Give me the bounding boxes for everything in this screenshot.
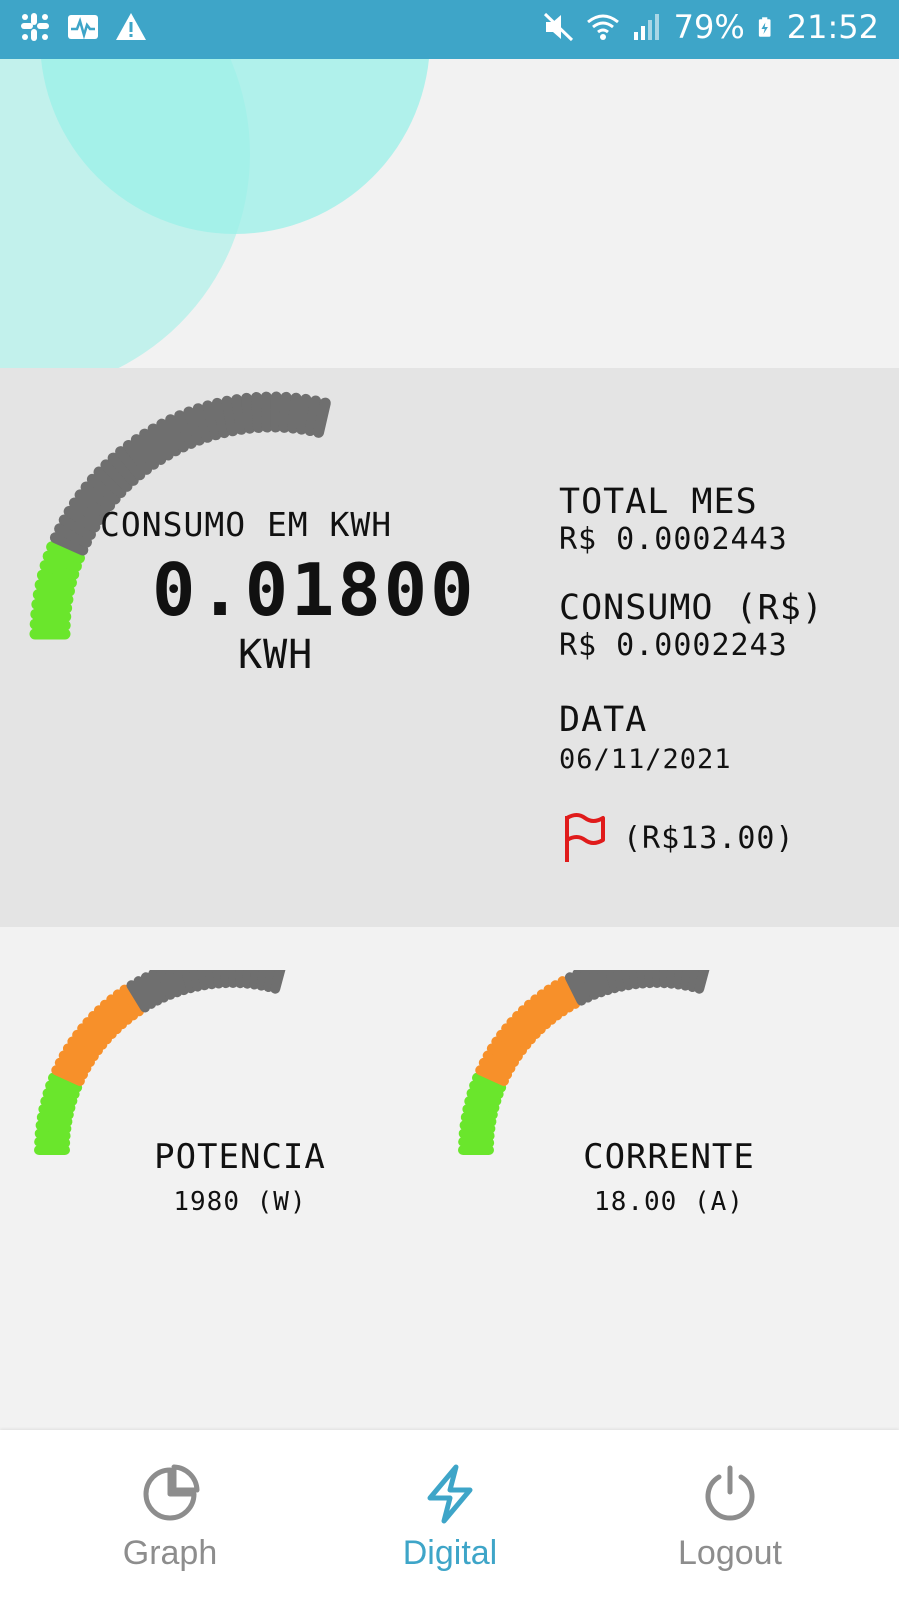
gauge-segment bbox=[204, 970, 217, 990]
gauge-segment bbox=[231, 394, 247, 435]
decorative-circles bbox=[0, 59, 429, 368]
lightning-icon bbox=[427, 1464, 473, 1524]
bottom-navigation: Graph Digital Logout bbox=[0, 1430, 899, 1599]
signal-icon bbox=[633, 14, 659, 40]
tariff-flag: (R$13.00) bbox=[563, 812, 795, 864]
nav-digital-label: Digital bbox=[402, 1534, 498, 1572]
gauge-segment bbox=[613, 970, 627, 992]
slack-icon bbox=[21, 13, 49, 41]
data-block: DATA 06/11/2021 bbox=[559, 700, 732, 775]
corrente-value: 18.00 (A) bbox=[594, 1187, 744, 1217]
gauge-segment bbox=[260, 391, 273, 433]
gauge-segment bbox=[644, 970, 655, 989]
nav-logout-label: Logout bbox=[678, 1534, 782, 1572]
data-value: 06/11/2021 bbox=[559, 744, 732, 775]
gauge-segment bbox=[666, 970, 678, 989]
gauge-segment bbox=[694, 970, 710, 994]
pie-chart-icon bbox=[143, 1464, 200, 1521]
consumo-unit: KWH bbox=[238, 632, 314, 678]
nav-graph[interactable]: Graph bbox=[20, 1430, 320, 1599]
consumo-rs-label: CONSUMO (R$) bbox=[559, 588, 824, 628]
warning-icon bbox=[116, 13, 146, 40]
nav-logout[interactable]: Logout bbox=[580, 1430, 880, 1599]
potencia-label: POTENCIA bbox=[154, 1137, 326, 1177]
gauge-segment bbox=[221, 395, 239, 437]
gauge-segment bbox=[197, 970, 210, 991]
gauge-segment bbox=[34, 1128, 71, 1141]
gauge-segment bbox=[628, 970, 641, 990]
gauge-segment bbox=[250, 392, 264, 433]
gauge-segment bbox=[212, 970, 224, 989]
power-icon bbox=[705, 1465, 755, 1521]
flag-icon bbox=[565, 813, 605, 862]
gauge-segment bbox=[30, 608, 72, 623]
corrente-label: CORRENTE bbox=[583, 1137, 755, 1177]
potencia-value: 1980 (W) bbox=[173, 1187, 307, 1217]
gauge-segment bbox=[458, 1128, 495, 1141]
gauge-segment bbox=[458, 1136, 495, 1148]
battery-charging-icon bbox=[758, 17, 771, 37]
battery-percent: 79% bbox=[673, 8, 745, 46]
gauge-segment bbox=[34, 1136, 71, 1148]
mute-icon bbox=[543, 12, 573, 42]
clock: 21:52 bbox=[786, 8, 879, 46]
gauge-segment bbox=[313, 397, 331, 438]
gauge-segment bbox=[278, 391, 292, 433]
wifi-icon bbox=[586, 14, 619, 40]
header-decoration bbox=[0, 59, 899, 368]
gauge-segment bbox=[242, 970, 254, 989]
consumo-value: 0.01800 bbox=[152, 548, 477, 632]
gauge-segment bbox=[296, 393, 312, 435]
gauge-segment bbox=[220, 970, 231, 989]
consumo-rs: CONSUMO (R$) R$ 0.0002243 bbox=[559, 588, 824, 663]
gauge-segment bbox=[636, 970, 648, 989]
flag-value: (R$13.00) bbox=[623, 820, 795, 856]
gauge-segment bbox=[189, 970, 203, 992]
consumo-label: CONSUMO EM KWH bbox=[100, 505, 393, 544]
gauge-segment bbox=[241, 392, 256, 434]
gauge-segment bbox=[659, 970, 670, 989]
nav-digital[interactable]: Digital bbox=[300, 1430, 600, 1599]
status-bar: 79% 21:52 bbox=[0, 0, 899, 59]
total-mes-label: TOTAL MES bbox=[559, 482, 758, 522]
gauge-segment bbox=[29, 618, 71, 631]
gauge-segment bbox=[621, 970, 634, 991]
activity-icon bbox=[68, 15, 98, 40]
gauge-segment bbox=[235, 970, 246, 989]
total-mes: TOTAL MES R$ 0.0002443 bbox=[559, 482, 788, 557]
gauge-segment bbox=[270, 391, 282, 433]
gauge-segment bbox=[270, 970, 286, 994]
total-mes-value: R$ 0.0002443 bbox=[559, 522, 788, 557]
gauge-segment bbox=[287, 392, 302, 434]
nav-graph-label: Graph bbox=[122, 1534, 218, 1572]
data-label: DATA bbox=[559, 700, 648, 740]
gauge-segment bbox=[31, 598, 73, 614]
consumo-rs-value: R$ 0.0002243 bbox=[559, 628, 788, 663]
